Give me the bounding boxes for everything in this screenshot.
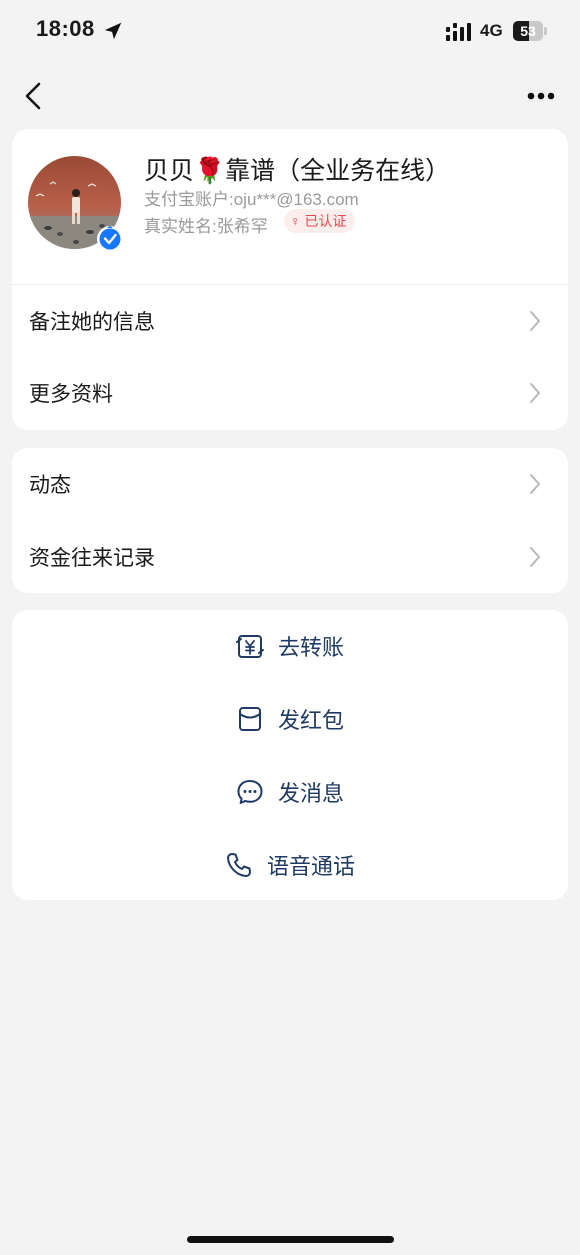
red-packet-label: 发红包 (277, 708, 345, 733)
chevron-right-icon (530, 383, 540, 403)
location-arrow-icon (104, 22, 122, 40)
row-more-profile[interactable]: 更多资料 (12, 357, 568, 429)
row-label: 备注她的信息 (29, 311, 155, 334)
row-transaction-records[interactable]: 资金往来记录 (12, 521, 568, 593)
row-label: 更多资料 (29, 383, 113, 406)
battery-icon: 53 (513, 21, 547, 41)
voice-call-button[interactable]: 语音通话 (12, 835, 568, 895)
message-bubble-icon (237, 780, 263, 804)
chevron-right-icon (530, 547, 540, 567)
row-moments[interactable]: 动态 (12, 448, 568, 520)
chevron-right-icon (530, 311, 540, 331)
signal-bars-icon (446, 23, 471, 41)
home-indicator (187, 1236, 394, 1243)
activity-card: 动态 资金往来记录 (12, 448, 568, 593)
transfer-yuan-icon (235, 635, 264, 658)
battery-percent: 53 (520, 23, 536, 39)
row-label: 资金往来记录 (29, 547, 155, 570)
send-message-button[interactable]: 发消息 (12, 762, 568, 822)
transfer-label: 去转账 (277, 635, 345, 660)
status-time: 18:08 (36, 16, 95, 41)
chevron-right-icon (530, 474, 540, 494)
voice-call-label: 语音通话 (266, 854, 356, 879)
profile-card: 贝贝🌹靠谱（全业务在线） 支付宝账户:oju***@163.com 真实姓名:张… (12, 129, 568, 430)
verified-check-icon (97, 225, 123, 252)
real-name: 真实姓名:张希罕 (144, 217, 268, 236)
profile-name: 贝贝🌹靠谱（全业务在线） (144, 157, 451, 185)
verified-label: 已认证 (304, 213, 347, 229)
alipay-account: 支付宝账户:oju***@163.com (144, 190, 359, 209)
row-label: 动态 (29, 474, 71, 497)
more-options-button[interactable] (522, 82, 562, 110)
actions-card: 去转账 发红包 发消息 语音通话 (12, 610, 568, 900)
back-button[interactable] (18, 78, 50, 114)
red-packet-icon (238, 707, 261, 731)
row-remark-info[interactable]: 备注她的信息 (12, 285, 568, 357)
network-type: 4G (480, 21, 503, 40)
verified-tag: ♀ 已认证 (284, 209, 355, 233)
phone-icon (226, 853, 251, 877)
red-packet-button[interactable]: 发红包 (12, 689, 568, 749)
status-bar: 18:08 4G 53 (0, 0, 580, 62)
send-message-label: 发消息 (277, 781, 345, 806)
transfer-button[interactable]: 去转账 (12, 616, 568, 676)
female-icon: ♀ (290, 213, 301, 229)
